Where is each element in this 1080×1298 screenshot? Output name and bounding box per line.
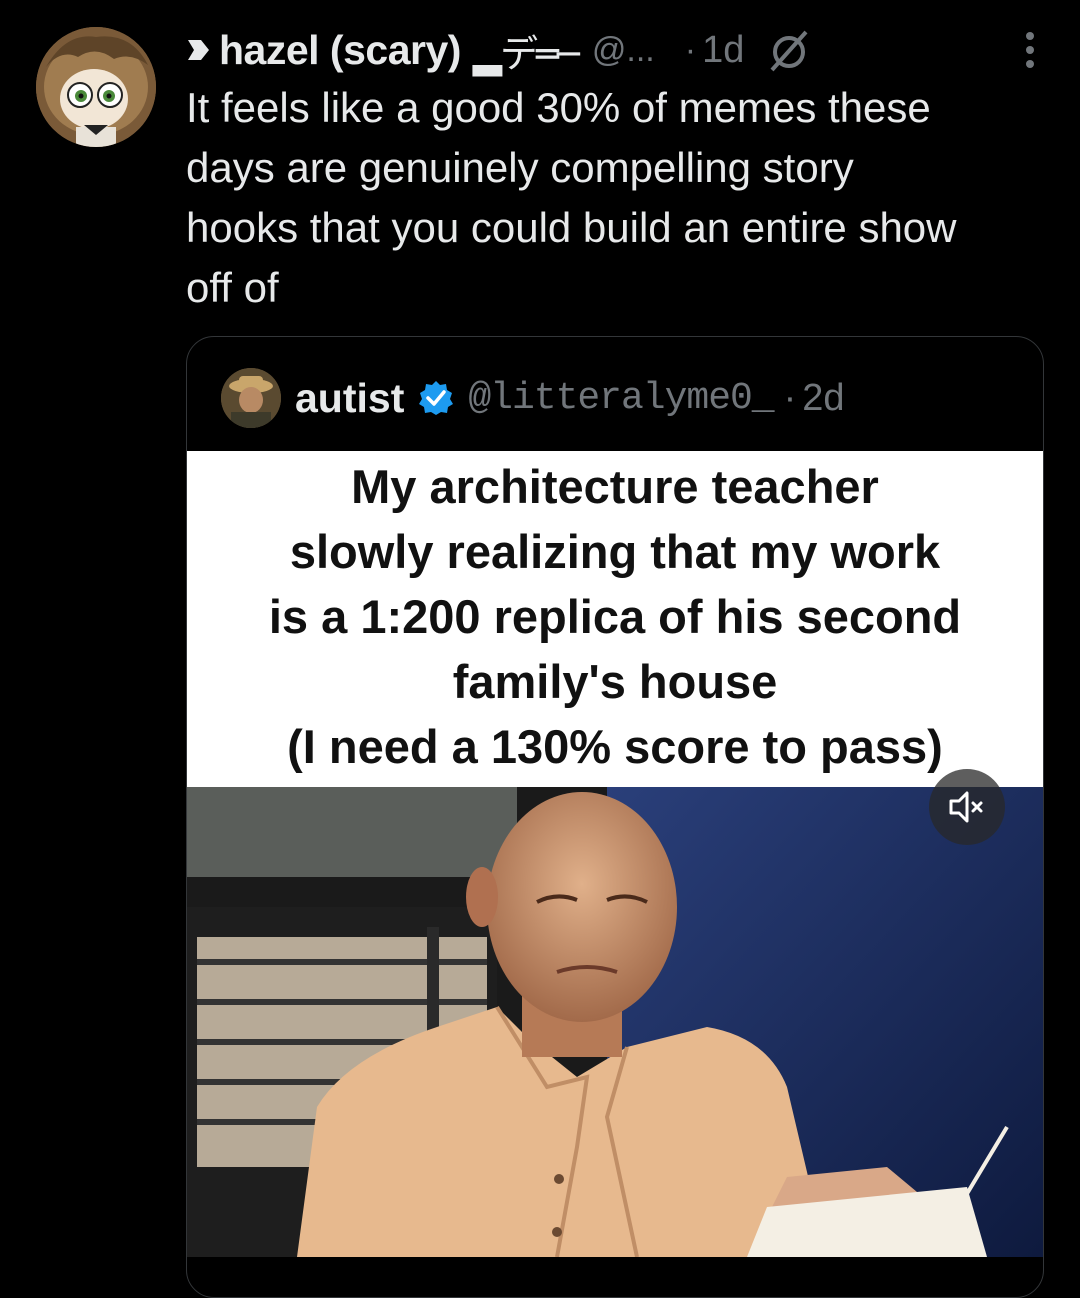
quoted-avatar[interactable] bbox=[221, 368, 281, 428]
mute-button[interactable] bbox=[929, 769, 1005, 845]
tweet-text-line: hooks that you could build an entire sho… bbox=[186, 204, 957, 251]
separator-dot: · bbox=[684, 30, 697, 69]
caption-line: slowly realizing that my work bbox=[289, 524, 941, 578]
quoted-display-name[interactable]: autist bbox=[295, 375, 404, 422]
quoted-tweet[interactable]: autist @litteralyme0_ · 2d My architectu… bbox=[186, 336, 1044, 1298]
handle[interactable]: @... bbox=[592, 31, 655, 70]
display-name[interactable]: hazel (scary) bbox=[219, 27, 461, 74]
tweet-text-line: days are genuinely compelling story bbox=[186, 144, 854, 191]
mute-icon bbox=[949, 791, 983, 823]
quoted-timestamp[interactable]: 2d bbox=[802, 377, 844, 420]
caption-line: My architecture teacher bbox=[351, 459, 879, 513]
leaf-icon bbox=[188, 40, 209, 60]
timestamp[interactable]: 1d bbox=[702, 29, 744, 72]
tweet-text-line: It feels like a good 30% of memes these bbox=[186, 84, 931, 131]
caption-line: family's house bbox=[452, 654, 778, 708]
caption-line: is a 1:200 replica of his second bbox=[268, 589, 962, 643]
tweet-text: It feels like a good 30% of memes these … bbox=[186, 78, 1056, 318]
tweet-header: hazel (scary) ▂デ═─ @... · 1d bbox=[185, 24, 1040, 76]
quoted-handle[interactable]: @litteralyme0_ bbox=[468, 377, 774, 420]
null-set-icon bbox=[770, 30, 808, 72]
separator-dot: · bbox=[783, 376, 797, 419]
caption-line: (I need a 130% score to pass) bbox=[287, 719, 943, 773]
quoted-tweet-header: autist @litteralyme0_ · 2d bbox=[221, 367, 845, 429]
tweet-text-line: off of bbox=[186, 264, 279, 311]
name-decoration: ▂デ═─ bbox=[472, 31, 580, 76]
verified-badge-icon bbox=[419, 381, 454, 415]
avatar[interactable] bbox=[36, 27, 156, 147]
meme-caption: My architecture teacher slowly realizing… bbox=[187, 451, 1043, 787]
more-vertical-icon[interactable] bbox=[1020, 28, 1040, 72]
meme-video[interactable] bbox=[187, 787, 1043, 1257]
